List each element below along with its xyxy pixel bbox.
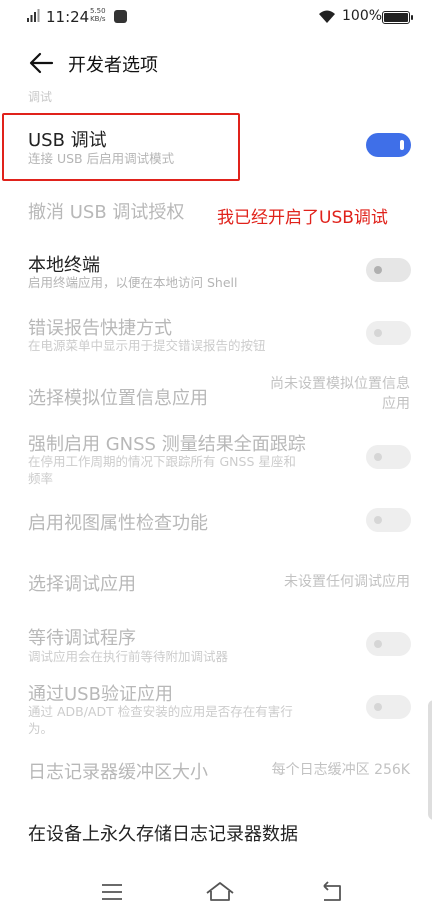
home-icon[interactable] xyxy=(200,876,240,908)
setting-subtitle-line: 频率 xyxy=(28,471,54,486)
back-arrow-icon[interactable] xyxy=(28,50,54,76)
setting-wait-for-debugger[interactable]: 等待调试程序 调试应用会在执行前等待附加调试器 xyxy=(0,620,432,668)
setting-subtitle: 启用终端应用，以便在本地访问 Shell xyxy=(28,275,238,290)
setting-title: 选择模拟位置信息应用 xyxy=(28,388,208,409)
setting-subtitle: 在电源菜单中显示用于提交错误报告的按钮 xyxy=(28,338,266,353)
setting-title: 撤消 USB 调试授权 xyxy=(28,202,185,223)
setting-subtitle-line: 为。 xyxy=(28,721,54,736)
setting-persist-logger-data[interactable]: 在设备上永久存储日志记录器数据 xyxy=(0,816,432,848)
wait-debugger-toggle[interactable] xyxy=(366,632,411,656)
setting-subtitle-line: 在停用工作周期的情况下跟踪所有 GNSS 星座和 xyxy=(28,454,296,469)
setting-subtitle-line: 通过 ADB/ADT 检查安装的应用是否存在有害行 xyxy=(28,704,293,719)
setting-view-attribute-inspection[interactable]: 启用视图属性检查功能 xyxy=(0,505,432,535)
back-icon[interactable] xyxy=(312,876,352,908)
battery-percentage: 100% xyxy=(342,8,383,24)
setting-title: 日志记录器缓冲区大小 xyxy=(28,762,208,783)
annotation-text: 我已经开启了USB调试 xyxy=(217,208,388,228)
bug-report-toggle[interactable] xyxy=(366,321,411,345)
app-notification-icon xyxy=(114,10,127,23)
setting-mock-location-app[interactable]: 选择模拟位置信息应用 尚未设置模拟位置信息 应用 xyxy=(0,372,432,418)
setting-title: 启用视图属性检查功能 xyxy=(28,513,208,534)
network-speed: 5.50 KB/s xyxy=(90,7,106,23)
wifi-icon xyxy=(319,10,335,23)
setting-title: 选择调试应用 xyxy=(28,574,136,595)
setting-title: 在设备上永久存储日志记录器数据 xyxy=(28,824,298,845)
verify-usb-toggle[interactable] xyxy=(366,695,411,719)
setting-bug-report-shortcut[interactable]: 错误报告快捷方式 在电源菜单中显示用于提交错误报告的按钮 xyxy=(0,308,432,358)
gnss-toggle[interactable] xyxy=(366,445,411,469)
setting-subtitle: 通过 ADB/ADT 检查安装的应用是否存在有害行 为。 xyxy=(28,703,293,737)
setting-subtitle: 在停用工作周期的情况下跟踪所有 GNSS 星座和 频率 xyxy=(28,453,296,487)
menu-icon[interactable] xyxy=(92,876,132,908)
setting-value: 每个日志缓冲区 256K xyxy=(271,762,410,778)
navigation-bar xyxy=(0,870,432,918)
setting-value: 未设置任何调试应用 xyxy=(284,574,410,590)
setting-local-terminal[interactable]: 本地终端 启用终端应用，以便在本地访问 Shell xyxy=(0,245,432,295)
setting-value: 尚未设置模拟位置信息 应用 xyxy=(270,374,410,414)
battery-icon xyxy=(382,11,413,24)
setting-value-line: 应用 xyxy=(382,396,410,412)
usb-debugging-toggle[interactable] xyxy=(366,133,411,157)
setting-gnss-full-tracking[interactable]: 强制启用 GNSS 测量结果全面跟踪 在停用工作周期的情况下跟踪所有 GNSS … xyxy=(0,426,432,490)
status-bar: 11:24 5.50 KB/s 100% xyxy=(0,0,432,34)
network-speed-unit: KB/s xyxy=(90,15,106,23)
edge-scroll-handle[interactable] xyxy=(428,700,432,820)
local-terminal-toggle[interactable] xyxy=(366,258,411,282)
partial-row-subtitle: 调试 xyxy=(28,90,53,104)
clock: 11:24 xyxy=(46,8,90,26)
app-bar: 开发者选项 xyxy=(0,34,432,92)
page-title: 开发者选项 xyxy=(68,55,158,76)
setting-subtitle: 调试应用会在执行前等待附加调试器 xyxy=(28,649,229,664)
annotation-highlight-box xyxy=(2,113,240,181)
view-attribute-toggle[interactable] xyxy=(366,508,411,532)
setting-value-line: 尚未设置模拟位置信息 xyxy=(270,376,410,392)
setting-verify-apps-over-usb[interactable]: 通过USB验证应用 通过 ADB/ADT 检查安装的应用是否存在有害行 为。 xyxy=(0,676,432,740)
no-sim-signal-icon xyxy=(27,9,40,22)
setting-select-debug-app[interactable]: 选择调试应用 未设置任何调试应用 xyxy=(0,566,432,598)
setting-title: 等待调试程序 xyxy=(28,628,136,649)
setting-logger-buffer-size[interactable]: 日志记录器缓冲区大小 每个日志缓冲区 256K xyxy=(0,754,432,786)
network-speed-value: 5.50 xyxy=(90,7,106,15)
